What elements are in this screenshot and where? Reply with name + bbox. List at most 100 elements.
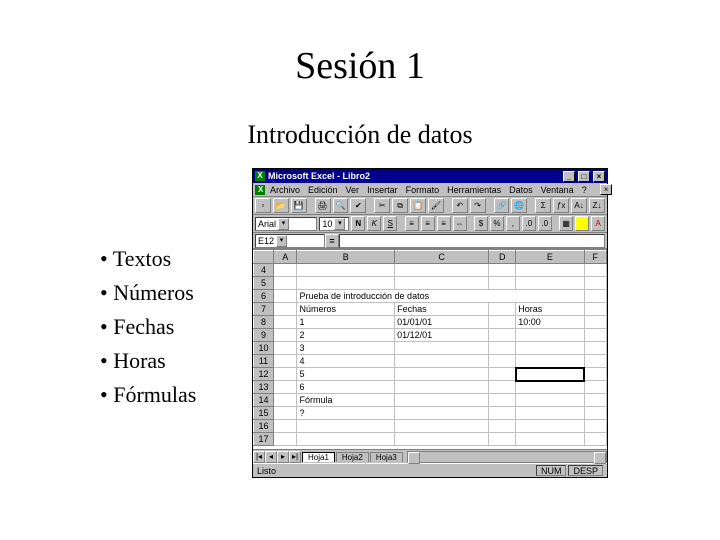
cell-D9[interactable] [489, 329, 516, 342]
cell-A15[interactable] [274, 407, 297, 420]
copy-icon[interactable]: ⧉ [392, 198, 408, 213]
bold-icon[interactable]: N [351, 216, 365, 231]
cell-F6[interactable] [584, 290, 606, 303]
cell-F16[interactable] [584, 420, 606, 433]
row-header-7[interactable]: 7 [254, 303, 274, 316]
cell-D7[interactable] [489, 303, 516, 316]
row-header-6[interactable]: 6 [254, 290, 274, 303]
cell-C5[interactable] [395, 277, 489, 290]
cell-D4[interactable] [489, 264, 516, 277]
col-header-C[interactable]: C [395, 251, 489, 264]
cell-A4[interactable] [274, 264, 297, 277]
tab-nav-first-icon[interactable]: |◂ [253, 451, 265, 463]
cell-E9[interactable] [516, 329, 584, 342]
chevron-down-icon[interactable]: ▾ [278, 218, 289, 230]
row-header-17[interactable]: 17 [254, 433, 274, 446]
cell-C15[interactable] [395, 407, 489, 420]
row-header-10[interactable]: 10 [254, 342, 274, 355]
open-icon[interactable]: 📂 [273, 198, 289, 213]
cell-B4[interactable] [297, 264, 395, 277]
cell-B14[interactable]: Fórmula [297, 394, 395, 407]
print-icon[interactable]: 🖨 [315, 198, 331, 213]
cell-E13[interactable] [516, 381, 584, 394]
col-header-B[interactable]: B [297, 251, 395, 264]
cut-icon[interactable]: ✂ [374, 198, 390, 213]
menu-archivo[interactable]: Archivo [267, 185, 303, 195]
cell-B10[interactable]: 3 [297, 342, 395, 355]
cell-B5[interactable] [297, 277, 395, 290]
tab-nav-next-icon[interactable]: ▸ [277, 451, 289, 463]
col-header-F[interactable]: F [584, 251, 606, 264]
horizontal-scrollbar[interactable] [407, 451, 607, 463]
cell-F4[interactable] [584, 264, 606, 277]
cell-D16[interactable] [489, 420, 516, 433]
sheet-tab-hoja1[interactable]: Hoja1 [302, 452, 335, 462]
menu-herramientas[interactable]: Herramientas [444, 185, 504, 195]
row-header-13[interactable]: 13 [254, 381, 274, 394]
menu-insertar[interactable]: Insertar [364, 185, 401, 195]
cell-E17[interactable] [516, 433, 584, 446]
cell-F10[interactable] [584, 342, 606, 355]
cell-B8[interactable]: 1 [297, 316, 395, 329]
row-header-8[interactable]: 8 [254, 316, 274, 329]
align-right-icon[interactable]: ≡ [437, 216, 451, 231]
cell-B13[interactable]: 6 [297, 381, 395, 394]
format-painter-icon[interactable]: 🖌 [428, 198, 444, 213]
cell-C11[interactable] [395, 355, 489, 368]
underline-icon[interactable]: S [383, 216, 397, 231]
cell-A5[interactable] [274, 277, 297, 290]
sort-desc-icon[interactable]: Z↓ [589, 198, 605, 213]
cell-B15[interactable]: ? [297, 407, 395, 420]
fill-color-icon[interactable] [575, 216, 589, 231]
percent-icon[interactable]: % [490, 216, 504, 231]
cell-A6[interactable] [274, 290, 297, 303]
cell-C16[interactable] [395, 420, 489, 433]
tab-nav-prev-icon[interactable]: ◂ [265, 451, 277, 463]
cell-F15[interactable] [584, 407, 606, 420]
row-header-16[interactable]: 16 [254, 420, 274, 433]
cell-E7[interactable]: Horas [516, 303, 584, 316]
cell-C14[interactable] [395, 394, 489, 407]
sort-asc-icon[interactable]: A↓ [571, 198, 587, 213]
cell-D10[interactable] [489, 342, 516, 355]
cell-C4[interactable] [395, 264, 489, 277]
close-button[interactable]: × [593, 171, 605, 182]
row-header-15[interactable]: 15 [254, 407, 274, 420]
cell-F5[interactable] [584, 277, 606, 290]
cell-C7[interactable]: Fechas [395, 303, 489, 316]
row-header-12[interactable]: 12 [254, 368, 274, 381]
cell-D11[interactable] [489, 355, 516, 368]
cell-E10[interactable] [516, 342, 584, 355]
equals-button[interactable]: = [325, 234, 339, 248]
font-color-icon[interactable]: A [591, 216, 605, 231]
hyperlink-icon[interactable]: 🔗 [494, 198, 510, 213]
comma-icon[interactable]: , [506, 216, 520, 231]
cell-D15[interactable] [489, 407, 516, 420]
cell-A14[interactable] [274, 394, 297, 407]
cell-A9[interactable] [274, 329, 297, 342]
cell-B6[interactable]: Prueba de introducción de datos [297, 290, 584, 303]
workbook-icon[interactable]: X [255, 185, 265, 195]
col-header-D[interactable]: D [489, 251, 516, 264]
menu-formato[interactable]: Formato [403, 185, 443, 195]
row-header-5[interactable]: 5 [254, 277, 274, 290]
cell-B17[interactable] [297, 433, 395, 446]
save-icon[interactable]: 💾 [291, 198, 307, 213]
mdi-close-button[interactable]: × [600, 184, 612, 195]
cell-D12[interactable] [489, 368, 516, 381]
tab-nav-last-icon[interactable]: ▸| [289, 451, 301, 463]
select-all-corner[interactable] [254, 251, 274, 264]
align-center-icon[interactable]: ≡ [421, 216, 435, 231]
cell-F8[interactable] [584, 316, 606, 329]
cell-F7[interactable] [584, 303, 606, 316]
borders-icon[interactable]: ▦ [559, 216, 573, 231]
cell-F12[interactable] [584, 368, 606, 381]
cell-A16[interactable] [274, 420, 297, 433]
cell-A13[interactable] [274, 381, 297, 394]
cell-E5[interactable] [516, 277, 584, 290]
cell-A12[interactable] [274, 368, 297, 381]
cell-D14[interactable] [489, 394, 516, 407]
function-icon[interactable]: ƒx [553, 198, 569, 213]
spellcheck-icon[interactable]: ✔ [350, 198, 366, 213]
cell-E16[interactable] [516, 420, 584, 433]
